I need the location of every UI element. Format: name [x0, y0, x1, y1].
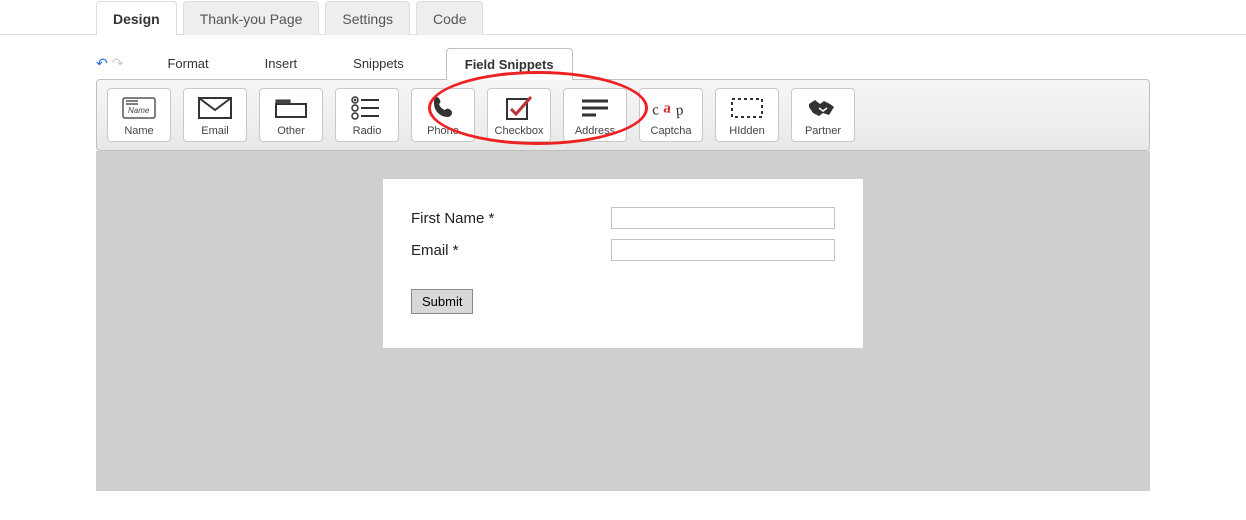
- first-name-field[interactable]: [611, 207, 835, 229]
- email-field[interactable]: [611, 239, 835, 261]
- canvas-area: First Name * Email * Submit: [96, 151, 1150, 491]
- phone-icon: [424, 95, 462, 121]
- tool-email[interactable]: Email: [183, 88, 247, 142]
- field-snippets-toolbar: Name Name Email Other: [96, 79, 1150, 151]
- tool-checkbox[interactable]: Checkbox: [487, 88, 551, 142]
- tool-address[interactable]: Address: [563, 88, 627, 142]
- menu-snippets[interactable]: Snippets: [339, 48, 418, 79]
- tab-settings[interactable]: Settings: [325, 1, 410, 35]
- field-label-first-name: First Name *: [411, 210, 611, 227]
- tool-label: Radio: [353, 125, 382, 137]
- tool-partner[interactable]: Partner: [791, 88, 855, 142]
- tool-label: HIdden: [729, 125, 764, 137]
- svg-text:c: c: [652, 101, 660, 119]
- dashed-rect-icon: [728, 95, 766, 121]
- tool-phone[interactable]: Phone: [411, 88, 475, 142]
- name-icon: Name: [120, 95, 158, 121]
- ribbon-tab-field-snippets[interactable]: Field Snippets: [446, 48, 573, 80]
- tool-label: Email: [201, 125, 229, 137]
- tool-label: Name: [124, 125, 153, 137]
- menu-format[interactable]: Format: [153, 48, 222, 79]
- tool-label: Phone: [427, 125, 459, 137]
- tool-hidden[interactable]: HIdden: [715, 88, 779, 142]
- svg-text:Name: Name: [128, 106, 150, 115]
- redo-icon[interactable]: ↷: [112, 55, 124, 72]
- handshake-icon: [804, 95, 842, 121]
- form-preview: First Name * Email * Submit: [383, 179, 863, 348]
- tool-name[interactable]: Name Name: [107, 88, 171, 142]
- svg-text:p: p: [675, 101, 684, 118]
- menu-insert[interactable]: Insert: [251, 48, 312, 79]
- undo-icon[interactable]: ↶: [96, 55, 108, 72]
- tool-label: Checkbox: [495, 125, 544, 137]
- tool-label: Partner: [805, 125, 841, 137]
- tab-code[interactable]: Code: [416, 1, 483, 35]
- checkbox-icon: [500, 95, 538, 121]
- tool-radio[interactable]: Radio: [335, 88, 399, 142]
- svg-text:a: a: [663, 99, 673, 117]
- address-lines-icon: [576, 95, 614, 121]
- editor-menu: ↶ ↷ Format Insert Snippets Field Snippet…: [0, 35, 1246, 79]
- tool-label: Captcha: [651, 125, 692, 137]
- envelope-icon: [196, 95, 234, 121]
- submit-button[interactable]: Submit: [411, 289, 473, 314]
- top-nav-tabs: Design Thank-you Page Settings Code: [0, 0, 1246, 35]
- radio-list-icon: [348, 95, 386, 121]
- tab-thank-you-page[interactable]: Thank-you Page: [183, 1, 320, 35]
- tab-design[interactable]: Design: [96, 1, 177, 35]
- tool-label: Address: [575, 125, 615, 137]
- field-label-email: Email *: [411, 242, 611, 259]
- captcha-icon: cap: [652, 95, 690, 121]
- tool-other[interactable]: Other: [259, 88, 323, 142]
- tool-label: Other: [277, 125, 305, 137]
- tool-captcha[interactable]: cap Captcha: [639, 88, 703, 142]
- folder-icon: [272, 95, 310, 121]
